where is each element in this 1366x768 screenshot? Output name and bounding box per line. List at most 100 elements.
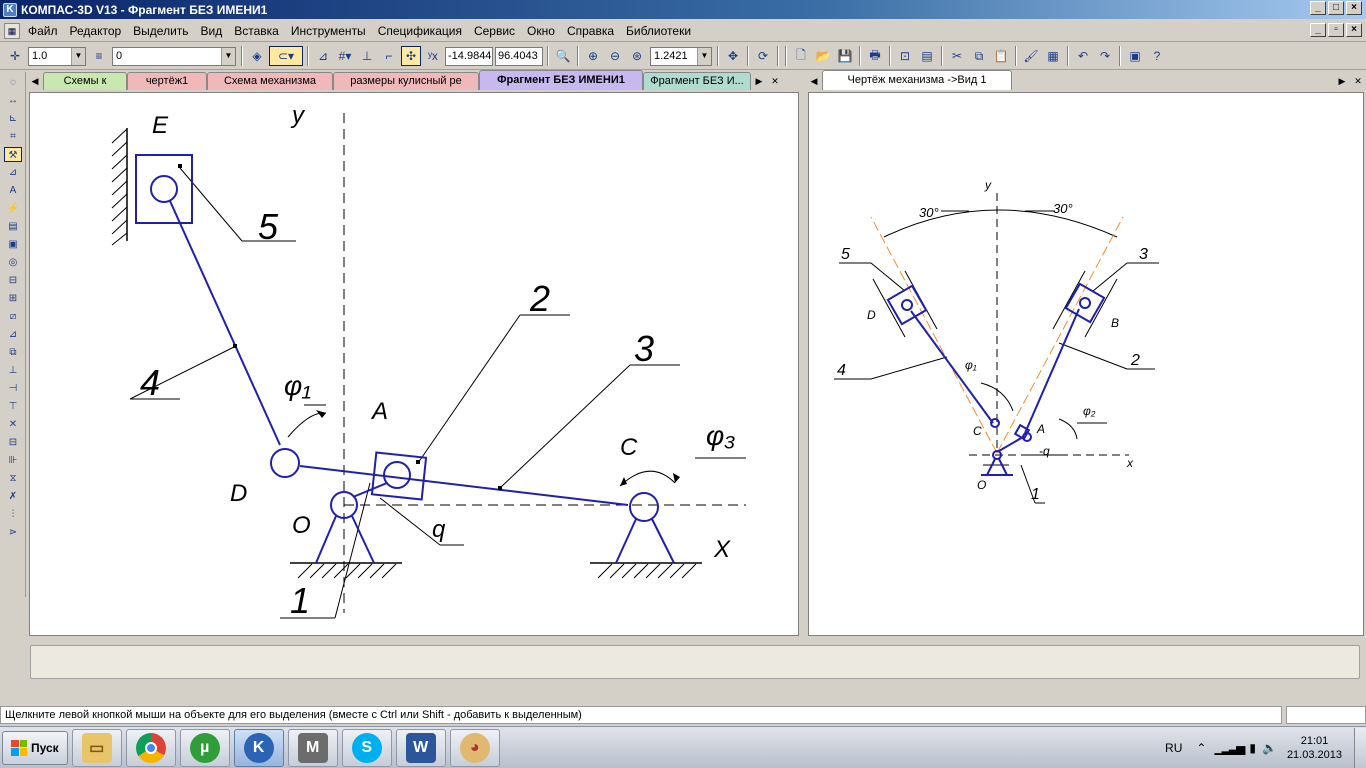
tool-icon[interactable]: ⫶	[4, 507, 22, 522]
tool-icon[interactable]: ⊟	[4, 273, 22, 288]
tab-document[interactable]: чертёж1	[127, 72, 207, 90]
zoom-in-icon[interactable]: 🔍	[553, 46, 573, 66]
tool-icon[interactable]: ✗	[4, 489, 22, 504]
doc-restore-button[interactable]: ▫	[1328, 23, 1344, 37]
utorrent-taskbar-button[interactable]: µ	[179, 728, 230, 767]
battery-icon[interactable]: ▮	[1249, 741, 1256, 755]
drawing-canvas-right[interactable]: y 30° 30° 5 3 D B 4 2 φ₁ φ₂ C A -q x O 1	[808, 92, 1364, 636]
object-properties-icon[interactable]: ▦	[1043, 46, 1063, 66]
pan-icon[interactable]: ✥	[723, 46, 743, 66]
tab-document[interactable]: Схема механизма	[207, 72, 333, 90]
skype-taskbar-button[interactable]: S	[341, 728, 392, 767]
menu-specification[interactable]: Спецификация	[372, 24, 468, 38]
doc-close-button[interactable]: ×	[1346, 23, 1362, 37]
edit-icon[interactable]: ⌗	[4, 129, 22, 144]
tab-scroll-left-icon[interactable]: ◀	[27, 72, 43, 90]
paste-icon[interactable]: 📋	[991, 46, 1011, 66]
refresh-icon[interactable]: ⟳	[753, 46, 773, 66]
document-menu-icon[interactable]: ▦	[4, 22, 20, 39]
measure-icon[interactable]: ⊿	[4, 165, 22, 180]
tool-icon[interactable]: ⧖	[4, 471, 22, 486]
tab-active-document[interactable]: Фрагмент БЕЗ ИМЕНИ1	[479, 70, 643, 90]
tab-document[interactable]: Фрагмент БЕЗ И...	[643, 72, 751, 90]
tool-icon[interactable]: ⊥	[4, 363, 22, 378]
tab-document[interactable]: Схемы к	[43, 72, 127, 90]
explorer-taskbar-button[interactable]: ▭	[71, 728, 122, 767]
orthogonal-mode-icon[interactable]: ⌐	[379, 46, 399, 66]
show-desktop-button[interactable]	[1354, 728, 1366, 768]
tool-icon[interactable]: ⧄	[4, 309, 22, 324]
mathcad-taskbar-button[interactable]: M	[287, 728, 338, 767]
tray-expand-icon[interactable]: ⌃	[1196, 741, 1206, 755]
menu-select[interactable]: Выделить	[127, 24, 194, 38]
menu-libraries[interactable]: Библиотеки	[620, 24, 697, 38]
paint-taskbar-button[interactable]: ◕	[449, 728, 500, 767]
mechanism-drawing-left[interactable]: E y 5 2 3 4 φ₁ A C φ₃ D O q 1 X	[30, 93, 798, 635]
view-icon[interactable]: ▣	[4, 237, 22, 252]
insert-icon[interactable]: ◎	[4, 255, 22, 270]
tab-document[interactable]: размеры кулисный ре	[333, 72, 479, 90]
menu-tools[interactable]: Инструменты	[285, 24, 372, 38]
chevron-down-icon[interactable]: ▼	[71, 47, 85, 65]
open-icon[interactable]: 📂	[813, 46, 833, 66]
save-icon[interactable]: 💾	[835, 46, 855, 66]
tab-scroll-left-icon[interactable]: ◀	[806, 72, 822, 90]
preview-icon[interactable]: ⊡	[895, 46, 915, 66]
menu-insert[interactable]: Вставка	[228, 24, 285, 38]
chevron-down-icon[interactable]: ▼	[221, 47, 235, 65]
kompas-app-icon[interactable]: K	[3, 2, 17, 17]
tab-view[interactable]: Чертёж механизма ->Вид 1	[822, 70, 1012, 90]
new-document-icon[interactable]: 🗋	[791, 46, 811, 66]
layer-combo[interactable]: 0 ▼	[112, 46, 236, 66]
zoom-window-icon[interactable]: ⊕	[583, 46, 603, 66]
tool-icon[interactable]: ⊞	[4, 291, 22, 306]
parametrization-icon[interactable]: ⚒	[4, 147, 22, 162]
start-button[interactable]: Пуск	[2, 730, 68, 765]
layers-icon[interactable]: ≡	[89, 46, 109, 66]
chevron-down-icon[interactable]: ▼	[697, 47, 711, 65]
redo-icon[interactable]: ↷	[1095, 46, 1115, 66]
mechanism-drawing-right[interactable]: y 30° 30° 5 3 D B 4 2 φ₁ φ₂ C A -q x O 1	[809, 93, 1363, 635]
local-axes-icon[interactable]: ⊥	[357, 46, 377, 66]
chrome-taskbar-button[interactable]	[125, 728, 176, 767]
signal-icon[interactable]: ▁▂▃▅	[1214, 741, 1245, 755]
minimize-button[interactable]: _	[1310, 1, 1326, 15]
tab-scroll-right-icon[interactable]: ▶	[751, 72, 767, 90]
tool-icon[interactable]: ⋗	[4, 525, 22, 540]
menu-help[interactable]: Справка	[561, 24, 620, 38]
properties-icon[interactable]: ◈	[247, 46, 267, 66]
reports-icon[interactable]: ▤	[4, 219, 22, 234]
clock[interactable]: 21:01 21.03.2013	[1287, 734, 1342, 762]
tab-scroll-right-icon[interactable]: ▶	[1334, 72, 1350, 90]
libraries-manager-icon[interactable]: ▣	[1125, 46, 1145, 66]
language-indicator[interactable]: RU	[1165, 741, 1182, 755]
copy-properties-icon[interactable]: 🖌	[1021, 46, 1041, 66]
dimensions-icon[interactable]: ↔	[4, 93, 22, 108]
select-icon[interactable]: A	[4, 183, 22, 198]
command-line-panel[interactable]	[30, 645, 1360, 679]
tool-icon[interactable]: ⊤	[4, 399, 22, 414]
cut-icon[interactable]: ✂	[947, 46, 967, 66]
kompas-taskbar-button[interactable]: K	[233, 728, 284, 767]
copy-icon[interactable]: ⧉	[969, 46, 989, 66]
snap-magnet-icon[interactable]: ⊂▾	[269, 46, 303, 66]
tool-icon[interactable]: ⊪	[4, 453, 22, 468]
zoom-scale-icon[interactable]: ⊛	[627, 46, 647, 66]
tool-icon[interactable]: ⊣	[4, 381, 22, 396]
volume-icon[interactable]: 🔈	[1262, 741, 1277, 755]
round-mode-icon[interactable]: ✣	[401, 46, 421, 66]
geometry-icon[interactable]: ◌	[4, 75, 22, 90]
close-button[interactable]: ×	[1346, 1, 1362, 15]
zoom-out-icon[interactable]: ⊖	[605, 46, 625, 66]
zoom-combo[interactable]: 1.2421 ▼	[650, 46, 712, 66]
tool-icon[interactable]: ⊟	[4, 435, 22, 450]
help-icon[interactable]: ?	[1147, 46, 1167, 66]
coord-x-field[interactable]: -14.9844	[445, 46, 493, 66]
menu-window[interactable]: Окно	[521, 24, 561, 38]
maximize-button[interactable]: □	[1328, 1, 1344, 15]
tool-icon[interactable]: ⊿	[4, 327, 22, 342]
doc-minimize-button[interactable]: _	[1310, 23, 1326, 37]
manager-icon[interactable]: ▤	[917, 46, 937, 66]
word-taskbar-button[interactable]: W	[395, 728, 446, 767]
close-tab-icon[interactable]: ✕	[767, 72, 783, 90]
